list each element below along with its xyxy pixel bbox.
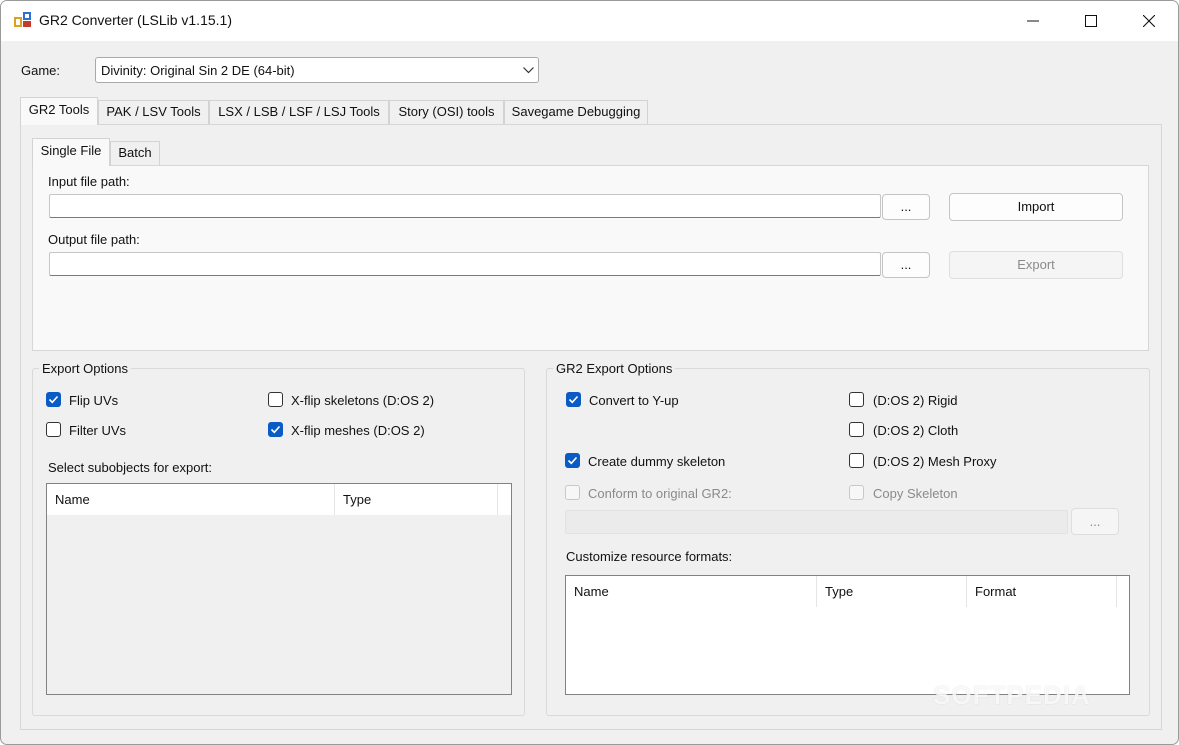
input-path-field[interactable] [49,194,881,218]
column-name[interactable]: Name [566,576,817,607]
dummy-skeleton-checkbox[interactable] [565,453,580,468]
column-name[interactable]: Name [47,484,335,515]
app-window: GR2 Converter (LSLib v1.15.1) Game: Divi… [0,0,1179,745]
xflip-meshes-checkbox[interactable] [268,422,283,437]
chevron-down-icon [523,67,534,74]
copy-skeleton-label: Copy Skeleton [873,486,958,501]
app-icon [14,12,31,27]
tab-savegame-debugging[interactable]: Savegame Debugging [504,100,648,124]
xflip-meshes-label: X-flip meshes (D:OS 2) [291,423,425,438]
maximize-icon [1085,15,1097,27]
dummy-skeleton-label: Create dummy skeleton [588,454,726,469]
cloth-label: (D:OS 2) Cloth [873,423,959,438]
gr2-export-options-title: GR2 Export Options [553,361,676,376]
output-path-label: Output file path: [48,232,140,247]
check-icon [568,395,579,404]
mesh-proxy-checkbox[interactable] [849,453,864,468]
convert-yup-checkbox[interactable] [566,392,581,407]
resource-formats-list[interactable]: Name Type Format [565,575,1130,695]
minimize-icon [1027,20,1039,22]
output-browse-button[interactable]: ... [882,252,930,278]
single-file-panel: Input file path: ... Import Output file … [32,165,1149,351]
input-path-label: Input file path: [48,174,130,189]
watermark: SOFTPEDIA [933,680,1091,710]
xflip-skeletons-checkbox[interactable] [268,392,283,407]
xflip-skeletons-label: X-flip skeletons (D:OS 2) [291,393,435,408]
close-button[interactable] [1120,1,1178,41]
mesh-proxy-label: (D:OS 2) Mesh Proxy [873,454,997,469]
column-type[interactable]: Type [817,576,967,607]
subobjects-list[interactable]: Name Type [46,483,512,695]
conform-label: Conform to original GR2: [588,486,732,501]
filter-uvs-label: Filter UVs [69,423,127,438]
check-icon [567,456,578,465]
column-type[interactable]: Type [335,484,498,515]
input-browse-button[interactable]: ... [882,194,930,220]
flip-uvs-label: Flip UVs [69,393,119,408]
minimize-button[interactable] [1004,1,1062,41]
check-icon [48,395,59,404]
conform-browse-button[interactable]: ... [1071,508,1119,535]
subobjects-label: Select subobjects for export: [48,460,213,475]
export-options-title: Export Options [39,361,131,376]
flip-uvs-checkbox[interactable] [46,392,61,407]
game-select[interactable]: Divinity: Original Sin 2 DE (64-bit) [95,57,539,83]
conform-checkbox[interactable] [565,485,580,500]
conform-path-field[interactable] [565,510,1068,534]
maximize-button[interactable] [1062,1,1120,41]
formats-label: Customize resource formats: [566,549,733,564]
filter-uvs-checkbox[interactable] [46,422,61,437]
tab-story-tools[interactable]: Story (OSI) tools [389,100,504,124]
tab-single-file[interactable]: Single File [32,138,110,166]
import-button[interactable]: Import [949,193,1123,221]
window-title: GR2 Converter (LSLib v1.15.1) [39,12,232,28]
subobjects-list-header: Name Type [47,484,511,515]
title-bar: GR2 Converter (LSLib v1.15.1) [1,1,1178,41]
tab-lsx-tools[interactable]: LSX / LSB / LSF / LSJ Tools [209,100,389,124]
close-icon [1143,15,1155,27]
output-path-field[interactable] [49,252,881,276]
tab-gr2-tools[interactable]: GR2 Tools [20,97,98,125]
game-select-value: Divinity: Original Sin 2 DE (64-bit) [101,63,295,78]
column-format[interactable]: Format [967,576,1117,607]
tab-pak-lsv-tools[interactable]: PAK / LSV Tools [98,100,209,124]
game-label: Game: [21,63,61,78]
rigid-checkbox[interactable] [849,392,864,407]
cloth-checkbox[interactable] [849,422,864,437]
check-icon [270,425,281,434]
convert-yup-label: Convert to Y-up [589,393,679,408]
export-button[interactable]: Export [949,251,1123,279]
resource-formats-list-header: Name Type Format [566,576,1129,607]
tab-batch[interactable]: Batch [110,141,160,165]
copy-skeleton-checkbox[interactable] [849,485,864,500]
rigid-label: (D:OS 2) Rigid [873,393,958,408]
